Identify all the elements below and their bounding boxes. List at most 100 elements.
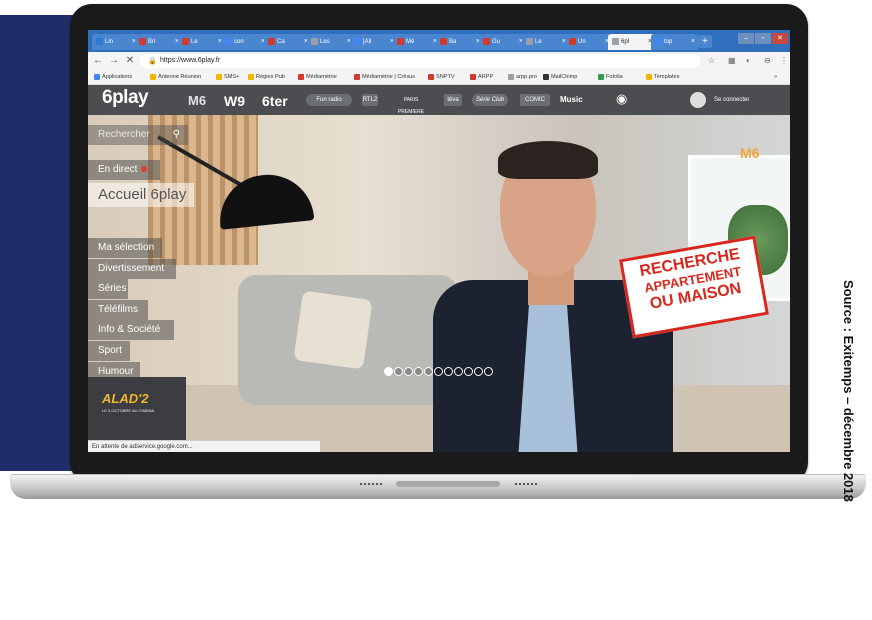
user-avatar-icon — [690, 92, 706, 108]
browser-tab[interactable]: 6pl × — [608, 34, 655, 50]
hero-banner[interactable]: M6 RECHERCHE APPARTEMENT OU MAISON Reche… — [88, 115, 790, 452]
url-input[interactable]: 🔒 https://www.6play.fr — [140, 54, 700, 68]
channel-paris-premiere[interactable]: PARIS PREMIERE — [390, 94, 432, 115]
blue-background-panel — [0, 15, 78, 471]
channel-6ter[interactable]: 6ter — [262, 93, 288, 109]
tab-favicon-icon — [440, 37, 447, 45]
browser-tab[interactable]: Lin × — [92, 34, 139, 50]
bookmark-item[interactable]: MailChimp — [543, 70, 577, 84]
bookmark-item[interactable]: Médiamétrie | Crésus — [354, 70, 415, 84]
browser-tab[interactable]: Gu × — [479, 34, 526, 50]
channel-rtl2[interactable]: RTL2 — [362, 94, 378, 106]
channel-music[interactable]: Music — [560, 95, 583, 104]
carousel-dot[interactable] — [464, 367, 473, 376]
channel-comic[interactable]: COMIC — [520, 94, 550, 106]
carousel-dot[interactable] — [474, 367, 483, 376]
search-icon[interactable]: ⚲ — [173, 125, 180, 145]
connect-label: Se connecter — [714, 97, 750, 103]
maximize-button[interactable]: ▫ — [755, 33, 771, 44]
bookmark-icon — [150, 73, 156, 80]
carousel-dot[interactable] — [484, 367, 493, 376]
browser-tab[interactable]: [All × — [350, 34, 397, 50]
gullihome-icon[interactable]: ◉ — [616, 91, 627, 107]
carousel-dot[interactable] — [434, 367, 443, 376]
new-tab-button[interactable]: + — [698, 35, 712, 48]
back-icon[interactable]: ← — [92, 54, 104, 68]
bookmark-icon — [94, 73, 100, 80]
bookmark-item[interactable]: Antenne Réunion — [150, 70, 201, 84]
live-dot-icon — [141, 166, 148, 173]
menu-item[interactable]: Sport — [88, 341, 130, 361]
bookmark-item[interactable]: Médiamétrie — [298, 70, 337, 84]
browser-tab[interactable]: Mé × — [393, 34, 440, 50]
bookmark-item[interactable]: ARPP — [470, 70, 493, 84]
profile-icon[interactable]: ⊖ — [764, 55, 771, 67]
menu-item[interactable]: Ma sélection — [88, 238, 162, 258]
menu-item[interactable]: Téléfilms — [88, 299, 148, 320]
close-tab-icon[interactable]: × — [691, 34, 695, 50]
browser-tab[interactable]: Ca × — [264, 34, 311, 50]
more-bookmarks-icon[interactable]: » — [774, 70, 777, 84]
bookmark-item[interactable]: Templates — [646, 70, 680, 84]
carousel-dot[interactable] — [404, 367, 413, 376]
menu-item[interactable]: Info & Société — [88, 320, 174, 341]
minimize-button[interactable]: – — [738, 33, 754, 44]
bookmark-item[interactable]: SMS+ — [216, 70, 239, 84]
m6-badge: M6 — [740, 145, 760, 161]
search-placeholder: Rechercher — [98, 129, 150, 140]
browser-tab[interactable]: Le × — [522, 34, 569, 50]
tab-favicon-icon — [225, 37, 232, 45]
bookmark-label: Applications — [102, 74, 133, 80]
bookmark-item[interactable]: Applications — [94, 70, 132, 84]
tab-favicon-icon — [526, 37, 533, 45]
ad-banner[interactable]: ALAD'2 LE 3 OCTOBRE AU CINEMA — [88, 377, 186, 443]
close-window-button[interactable]: ✕ — [772, 33, 788, 44]
menu-home[interactable]: Accueil 6play — [88, 183, 195, 207]
carousel-dot[interactable] — [384, 367, 393, 376]
extension-icon[interactable]: ▦ — [728, 55, 736, 67]
browser-tab[interactable]: Les × — [307, 34, 354, 50]
carousel-dot[interactable] — [414, 367, 423, 376]
bookmark-icon — [354, 73, 360, 80]
bookmark-item[interactable]: SNPTV — [428, 70, 455, 84]
channel-serie-club[interactable]: Série Club — [472, 94, 508, 106]
menu-item[interactable]: Divertissement — [88, 258, 176, 279]
connect-button[interactable]: Se connecter — [690, 92, 778, 108]
tab-label: Mé — [406, 39, 415, 45]
menu-item[interactable]: Séries — [88, 279, 128, 300]
channel-m6[interactable]: M6 — [188, 93, 206, 108]
bookmark-label: Médiamétrie | Crésus — [362, 74, 416, 80]
browser-tab[interactable]: con × — [221, 34, 268, 50]
channel-w9[interactable]: W9 — [224, 93, 245, 109]
bookmark-label: SMS+ — [224, 74, 240, 80]
carousel-dot[interactable] — [454, 367, 463, 376]
browser-tab[interactable]: top × — [651, 34, 698, 50]
show-title-promo[interactable]: RECHERCHE APPARTEMENT OU MAISON — [619, 235, 769, 339]
bookmark-item[interactable]: Régies Pub — [248, 70, 285, 84]
channel-teva[interactable]: téva — [444, 94, 462, 106]
tab-label: top — [664, 39, 673, 45]
bookmark-icon — [248, 73, 254, 80]
site-logo[interactable]: 6play — [102, 87, 149, 109]
search-input[interactable]: Rechercher ⚲ — [88, 125, 188, 145]
bookmark-item[interactable]: Fotolia — [598, 70, 623, 84]
browser-tab[interactable]: Bri × — [135, 34, 182, 50]
base-vent-right — [515, 483, 537, 487]
carousel-dot[interactable] — [444, 367, 453, 376]
extension-icon[interactable]: ◐ — [746, 55, 751, 67]
stop-icon[interactable]: ✕ — [124, 54, 136, 68]
channel-funradio[interactable]: Fun radio — [306, 94, 352, 106]
menu-icon[interactable]: ⋮ — [780, 55, 788, 67]
bookmark-item[interactable]: arpp.pro — [508, 70, 537, 84]
status-bar: En attente de adservice.google.com... — [88, 440, 320, 452]
laptop-base — [10, 474, 866, 499]
browser-tab[interactable]: Le × — [178, 34, 225, 50]
star-icon[interactable]: ☆ — [708, 55, 715, 67]
browser-tab[interactable]: Ba × — [436, 34, 483, 50]
bookmark-label: ARPP — [478, 74, 494, 80]
forward-icon[interactable]: → — [108, 54, 120, 68]
carousel-dot[interactable] — [394, 367, 403, 376]
browser-tab[interactable]: Un × — [565, 34, 612, 50]
menu-live[interactable]: En direct — [88, 160, 160, 180]
carousel-dot[interactable] — [424, 367, 433, 376]
